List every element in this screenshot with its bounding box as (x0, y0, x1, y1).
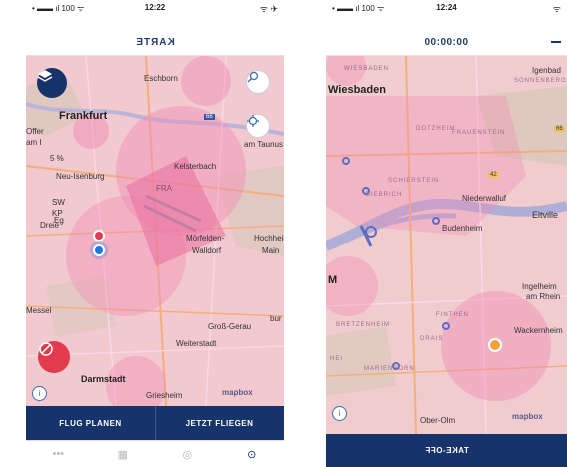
label-sonnenberg: SONNENBERG (514, 78, 567, 84)
label-finthen: FINTHEN (436, 312, 469, 318)
label-drais: DRAIS (420, 336, 444, 342)
label-km: 5 % (50, 154, 64, 163)
label-kp: KP (52, 209, 63, 218)
nav-bar: KARTE (26, 17, 284, 56)
label-bretzenheim: BRETZENHEIM (336, 322, 391, 328)
label-budenheim: Budenheim (442, 224, 483, 233)
no-fly-button[interactable] (38, 341, 70, 373)
road-sign-42: 42 (488, 172, 499, 178)
crosshair-icon (247, 115, 259, 127)
search-button[interactable] (246, 70, 270, 94)
plan-flight-button[interactable]: FLUG PLANEN (26, 406, 156, 440)
label-wiesbaden: Wiesbaden (328, 84, 386, 96)
flight-timer: 00:00:00 (424, 37, 469, 48)
label-wackernheim: Wackernheim (514, 326, 563, 335)
tab-drone[interactable]: ◎ (155, 441, 220, 467)
label-bur: bur (270, 314, 282, 323)
label-dotzheim: DOTZHEIM (416, 126, 456, 132)
label-mainz: M (328, 274, 338, 286)
prohibited-icon (39, 342, 53, 356)
road-sign-66: 66 (554, 126, 565, 132)
label-morfelden: Mörfelden- (186, 234, 225, 243)
page-title: KARTE (135, 37, 175, 48)
more-icon: ••• (52, 448, 65, 460)
drone-icon: ◎ (182, 448, 193, 461)
status-time: 12:22 (144, 3, 166, 12)
user-location-icon (93, 244, 105, 256)
label-schierstein: SCHIERSTEIN (388, 178, 440, 184)
left-phone-screen: • ▬▬ ıl 100 ᯤ 12:22 ᯤ ✈ KARTE Frankfurt … (26, 0, 284, 467)
take-off-label: TAKE-OFF (424, 446, 469, 455)
label-walldorf: Walldorf (192, 246, 222, 255)
minimize-icon[interactable] (551, 41, 561, 43)
label-ober-olm: Ober-Olm (420, 416, 456, 425)
label-wiesbaden-district: WIESBADEN (344, 66, 390, 72)
label-offenbach-2: am I (26, 138, 42, 147)
label-eltville: Eltville (532, 210, 559, 220)
layers-icon (37, 70, 53, 82)
locate-button[interactable] (246, 114, 270, 138)
label-am-rhein: am Rhein (526, 292, 561, 301)
status-bar: • ▬▬ ıl 100 ᯤ 12:24 ᯤ (326, 0, 567, 17)
label-igenbad: Igenbad (532, 66, 561, 75)
label-weiterstadt: Weiterstadt (176, 339, 217, 348)
mapbox-logo: mapbox (512, 412, 543, 421)
label-hochheim: Hochheim (254, 234, 284, 243)
wifi-icon: ᯤ ✈ (259, 4, 278, 14)
map-view[interactable]: Frankfurt Eschborn H am Taunus Offer am … (26, 56, 284, 406)
plan-flight-label: FLUG PLANEN (59, 418, 122, 428)
label-messel: Messel (26, 306, 52, 315)
map-pin-icon: ⊙ (247, 448, 257, 461)
mapbox-logo: mapbox (222, 388, 253, 397)
info-icon[interactable]: i (332, 406, 347, 421)
label-biebrich: BIEBRICH (366, 192, 403, 198)
label-frankfurt: Frankfurt (59, 110, 108, 122)
label-eschborn: Eschborn (144, 74, 178, 83)
status-bar: • ▬▬ ıl 100 ᯤ 12:22 ᯤ ✈ (26, 0, 284, 17)
right-phone-screen: • ▬▬ ıl 100 ᯤ 12:24 ᯤ 00:00:00 Wiesbaden… (326, 0, 567, 467)
label-hei: HEI (330, 356, 344, 362)
calendar-icon: ▦ (117, 448, 128, 461)
tab-more[interactable]: ••• (26, 441, 91, 467)
status-time: 12:24 (436, 3, 457, 12)
label-niederwalluf: Niederwalluf (462, 194, 507, 203)
nav-bar: 00:00:00 (326, 17, 567, 56)
road-sign-66: 66 (204, 114, 215, 120)
label-neu-isenburg: Neu-Isenburg (56, 172, 105, 181)
label-griesheim: Griesheim (146, 391, 183, 400)
map-canvas (326, 56, 567, 434)
search-icon (247, 71, 259, 83)
take-off-button[interactable]: TAKE-OFF (326, 434, 567, 467)
label-gross-gerau: Groß-Gerau (208, 322, 252, 331)
label-sw: SW (52, 198, 65, 207)
label-darmstadt: Darmstadt (81, 374, 126, 384)
fly-now-label: JETZT FLIEGEN (185, 418, 254, 428)
tab-map[interactable]: ⊙ (220, 441, 285, 467)
label-kelsterbach: Kelsterbach (174, 162, 217, 171)
location-pin-icon[interactable] (93, 230, 105, 242)
map-view[interactable]: Wiesbaden WIESBADEN DOTZHEIM FRAUENSTEIN… (326, 56, 567, 434)
label-main: Main (262, 246, 280, 255)
wifi-icon: ᯤ (552, 4, 561, 14)
label-ingelheim: Ingelheim (522, 282, 557, 291)
fly-now-button[interactable]: JETZT FLIEGEN (155, 406, 284, 440)
label-frauenstein: FRAUENSTEIN (452, 130, 506, 136)
drone-position-icon (488, 338, 502, 352)
label-fra: FRA (156, 184, 172, 193)
action-bar: FLUG PLANEN JETZT FLIEGEN (26, 406, 284, 440)
tab-calendar[interactable]: ▦ (91, 441, 156, 467)
label-taunus: am Taunus (244, 140, 283, 149)
info-icon[interactable]: i (32, 386, 47, 401)
label-marienborn: MARIENBORN (364, 366, 415, 372)
label-offenbach: Offer (26, 127, 44, 136)
tab-bar: ••• ▦ ◎ ⊙ (26, 440, 284, 467)
layers-button[interactable] (37, 68, 67, 98)
